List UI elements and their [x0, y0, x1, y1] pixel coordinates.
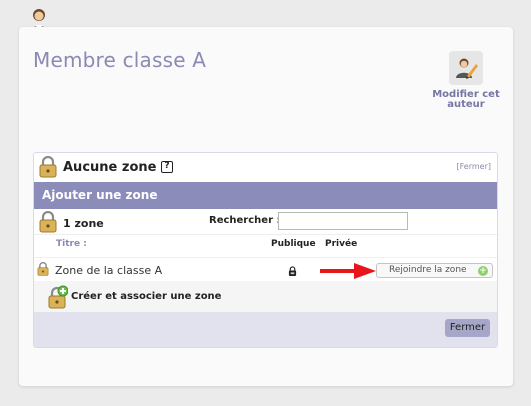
- table-row: Zone de la classe A Rejoindre la zone +: [34, 257, 497, 281]
- author-edit-icon[interactable]: [449, 51, 483, 85]
- panel-header: Aucune zone ? [Fermer]: [34, 153, 497, 182]
- plus-icon: +: [478, 266, 488, 276]
- add-zone-label[interactable]: Ajouter une zone: [42, 188, 157, 202]
- help-icon[interactable]: ?: [161, 161, 173, 173]
- add-zone-bar[interactable]: Ajouter une zone: [34, 182, 497, 209]
- create-zone-label[interactable]: Créer et associer une zone: [71, 291, 221, 302]
- zone-count: 1 zone: [63, 217, 104, 230]
- create-zone-row[interactable]: Créer et associer une zone: [34, 281, 497, 312]
- zone-count-row: 1 zone Rechercher :: [34, 209, 497, 235]
- pencil-author-icon: [456, 58, 478, 79]
- close-button[interactable]: Fermer: [445, 319, 490, 337]
- column-public: Publique: [271, 239, 316, 249]
- padlock-icon: [37, 262, 49, 276]
- zone-name[interactable]: Zone de la classe A: [55, 264, 162, 277]
- red-arrow-icon: [320, 263, 376, 279]
- panel-footer: Fermer: [34, 312, 497, 347]
- column-title[interactable]: Titre :: [56, 239, 87, 249]
- search-label: Rechercher :: [209, 215, 281, 226]
- join-zone-label: Rejoindre la zone: [389, 265, 467, 275]
- close-link[interactable]: [Fermer]: [457, 162, 491, 171]
- padlock-icon: [39, 156, 57, 178]
- edit-author-link[interactable]: Modifier cet auteur: [428, 90, 504, 110]
- column-private: Privée: [325, 239, 358, 249]
- padlock-add-icon: [48, 285, 68, 309]
- join-zone-button[interactable]: Rejoindre la zone +: [376, 263, 493, 278]
- panel-title: Aucune zone: [63, 160, 157, 175]
- padlock-icon: [39, 211, 57, 233]
- page-title: Membre classe A: [33, 48, 207, 72]
- private-lock-icon: [288, 266, 297, 276]
- zones-panel: Aucune zone ? [Fermer] Ajouter une zone …: [33, 152, 498, 348]
- search-input[interactable]: [278, 212, 408, 230]
